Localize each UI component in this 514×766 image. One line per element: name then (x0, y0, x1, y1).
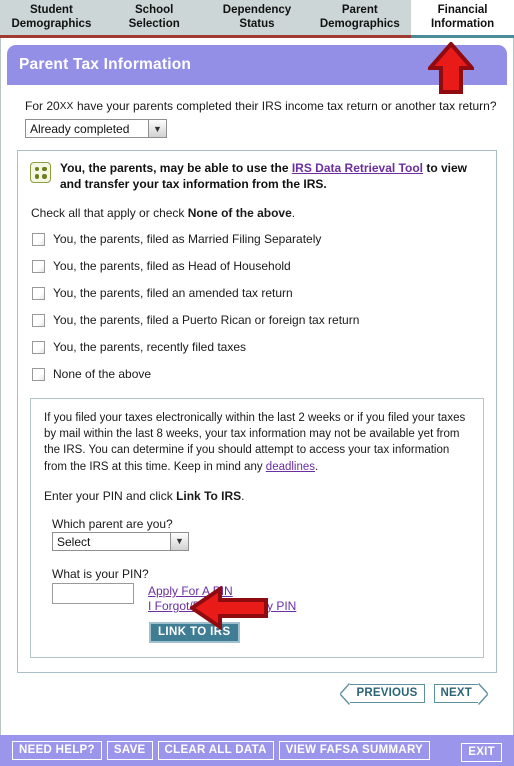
bottom-toolbar-right: EXIT (461, 742, 502, 762)
irs-notice-row: You, the parents, may be able to use the… (30, 161, 484, 193)
tab-financial-information-line2: Information (430, 17, 495, 30)
note-text-after-link: . (315, 460, 319, 473)
tab-school-selection-line2: Selection (128, 17, 180, 30)
save-button[interactable]: SAVE (106, 741, 153, 760)
pin-instruction-before: Enter your PIN and click (44, 488, 177, 503)
checkbox-amended-tax-return[interactable] (32, 286, 45, 300)
tab-parent-demographics[interactable]: Parent Demographics (308, 0, 412, 38)
deadlines-link[interactable]: deadlines (266, 461, 315, 473)
tab-dependency-status-line2: Status (239, 17, 275, 30)
check-instruction-bold: None of the above (187, 205, 292, 220)
link-to-irs-wrap: LINK TO IRS (44, 621, 470, 643)
pin-help-links: Apply For A PIN I Forgot/Don't Know My P… (148, 583, 296, 615)
previous-button-label: PREVIOUS (349, 684, 425, 704)
chevron-down-icon: ▼ (170, 532, 188, 550)
tax-year-placeholder: XX (59, 101, 74, 112)
tab-parent-demographics-line2: Demographics (319, 17, 400, 30)
checkbox-row[interactable]: None of the above (30, 361, 484, 388)
tax-question-text-before: For 20 (25, 99, 60, 113)
checkbox-label: You, the parents, filed as Head of House… (53, 259, 291, 274)
tab-financial-information-line1: Financial (437, 3, 488, 16)
pin-entry-area: Apply For A PIN I Forgot/Don't Know My P… (44, 582, 470, 615)
checkbox-head-of-household[interactable] (32, 259, 45, 273)
tab-dependency-status-line1: Dependency (222, 3, 292, 16)
tax-return-status-dropdown-wrap: Already completed ▼ (25, 119, 499, 138)
pin-field-label: What is your PIN? (52, 566, 149, 581)
checkbox-none-of-the-above[interactable] (32, 367, 45, 381)
tax-return-status-dropdown[interactable]: Already completed ▼ (25, 119, 167, 138)
irs-options-box: You, the parents, may be able to use the… (17, 150, 497, 673)
pin-instruction: Enter your PIN and click Link To IRS. (44, 489, 470, 503)
check-instruction-after: . (291, 205, 296, 220)
tab-parent-demographics-line1: Parent (341, 3, 378, 16)
link-to-irs-button[interactable]: LINK TO IRS (149, 621, 240, 643)
checkbox-row[interactable]: You, the parents, filed as Head of House… (30, 253, 484, 280)
irs-data-retrieval-tool-link[interactable]: IRS Data Retrieval Tool (292, 161, 423, 175)
tab-student-demographics[interactable]: Student Demographics (0, 0, 103, 38)
tax-return-status-value: Already completed (30, 122, 130, 136)
parent-select-dropdown[interactable]: Select ▼ (52, 531, 189, 551)
tab-dependency-status[interactable]: Dependency Status (205, 0, 309, 38)
filing-status-checkbox-list: You, the parents, filed as Married Filin… (30, 226, 484, 388)
tax-question-text-after: have your parents completed their IRS in… (73, 99, 497, 113)
parent-select-label: Which parent are you? (52, 516, 173, 531)
checkbox-label: You, the parents, recently filed taxes (53, 340, 247, 355)
parent-select-value: Select (57, 534, 91, 549)
irs-availability-note-box: If you filed your taxes electronically w… (30, 397, 484, 658)
chevron-down-icon: ▼ (148, 120, 166, 137)
irs-notice-text: You, the parents, may be able to use the… (60, 161, 484, 193)
pin-instruction-after: . (241, 488, 245, 503)
pin-instruction-bold: Link To IRS (176, 488, 242, 503)
dice-info-icon (30, 162, 51, 183)
check-instruction-before: Check all that apply or check (31, 205, 188, 220)
tab-school-selection[interactable]: School Selection (102, 0, 206, 38)
exit-button[interactable]: EXIT (461, 742, 502, 762)
checkbox-row[interactable]: You, the parents, filed an amended tax r… (30, 280, 484, 307)
tab-student-demographics-line2: Demographics (11, 17, 92, 30)
checkbox-label: You, the parents, filed as Married Filin… (53, 232, 322, 247)
checkbox-row[interactable]: You, the parents, recently filed taxes (30, 334, 484, 361)
checkbox-label: You, the parents, filed an amended tax r… (53, 286, 293, 301)
tax-return-question: For 20XX have your parents completed the… (15, 85, 499, 118)
previous-button[interactable]: PREVIOUS (341, 683, 425, 704)
page-title: Parent Tax Information (19, 56, 192, 73)
irs-availability-note: If you filed your taxes electronically w… (44, 410, 470, 475)
pin-input[interactable] (52, 582, 134, 604)
tab-financial-information[interactable]: Financial Information (411, 0, 514, 38)
tab-school-selection-line1: School (135, 3, 174, 16)
bottom-toolbar-left: NEED HELP? SAVE CLEAR ALL DATA VIEW FAFS… (12, 741, 431, 760)
apply-for-pin-link[interactable]: Apply For A PIN (148, 584, 296, 599)
checkbox-row[interactable]: You, the parents, filed a Puerto Rican o… (30, 307, 484, 334)
tab-bar: Student Demographics School Selection De… (0, 0, 514, 38)
next-button[interactable]: NEXT (433, 683, 487, 704)
forgot-pin-link[interactable]: I Forgot/Don't Know My PIN (148, 599, 296, 614)
checkbox-puerto-rican-or-foreign-return[interactable] (32, 313, 45, 327)
clear-all-data-button[interactable]: CLEAR ALL DATA (157, 741, 274, 760)
bottom-toolbar: NEED HELP? SAVE CLEAR ALL DATA VIEW FAFS… (0, 735, 514, 766)
checkbox-row[interactable]: You, the parents, filed as Married Filin… (30, 226, 484, 253)
next-button-label: NEXT (433, 684, 479, 704)
checkbox-recently-filed-taxes[interactable] (32, 340, 45, 354)
note-text-before-link: If you filed your taxes electronically w… (44, 411, 466, 473)
need-help-button[interactable]: NEED HELP? (12, 741, 102, 760)
check-instruction: Check all that apply or check None of th… (31, 206, 484, 220)
view-fafsa-summary-button[interactable]: VIEW FAFSA SUMMARY (278, 741, 431, 760)
navigation-buttons: PREVIOUS NEXT (15, 683, 487, 704)
form-body: For 20XX have your parents completed the… (7, 85, 507, 704)
form-page: Parent Tax Information For 20XX have you… (0, 38, 514, 735)
checkbox-label: None of the above (53, 367, 152, 382)
checkbox-married-filing-separately[interactable] (32, 232, 45, 246)
section-header: Parent Tax Information (7, 45, 507, 85)
parent-select-wrap: Select ▼ (44, 531, 470, 551)
tab-student-demographics-line1: Student (29, 3, 73, 16)
chevron-right-icon (478, 683, 487, 704)
checkbox-label: You, the parents, filed a Puerto Rican o… (53, 313, 360, 328)
chevron-left-icon (341, 683, 351, 704)
irs-notice-before: You, the parents, may be able to use the (60, 161, 292, 175)
